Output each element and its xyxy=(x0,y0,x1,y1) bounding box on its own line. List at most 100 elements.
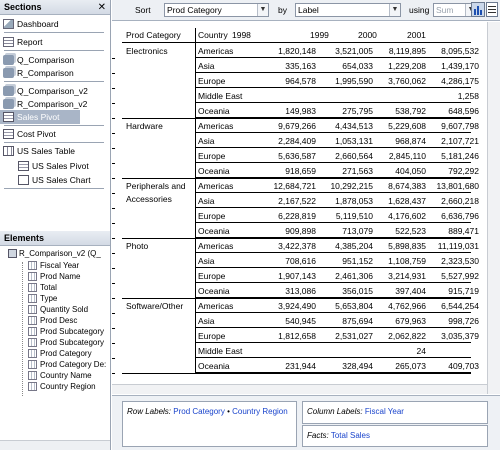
column-labels-panel[interactable]: Column Labels: Fiscal Year xyxy=(302,401,488,424)
value-cell: 313,086 xyxy=(285,286,316,296)
field-item[interactable]: Prod Subcategory xyxy=(28,337,104,348)
group-label[interactable]: Photo xyxy=(126,240,194,253)
vertical-scrollbar[interactable] xyxy=(487,22,500,394)
country-cell[interactable]: Americas xyxy=(198,301,233,311)
section-item-us-sales-pivot[interactable]: US Sales Pivot xyxy=(18,159,89,173)
country-cell[interactable]: Asia xyxy=(198,136,215,146)
sort-select[interactable]: Prod Category ▼ xyxy=(164,3,269,17)
row-tick xyxy=(112,208,115,209)
row-labels-panel[interactable]: Row Labels: Prod Category • Country Regi… xyxy=(122,401,297,447)
field-item[interactable]: Quantity Sold xyxy=(28,304,88,315)
chevron-down-icon: ▼ xyxy=(389,4,400,16)
row-tick xyxy=(112,178,115,179)
group-label[interactable]: Software/Other xyxy=(126,300,194,313)
value-cell: 404,050 xyxy=(395,166,426,176)
country-cell[interactable]: Oceania xyxy=(198,166,230,176)
country-cell[interactable]: Europe xyxy=(198,151,225,161)
field-item[interactable]: Prod Category xyxy=(28,348,92,359)
country-cell[interactable]: Asia xyxy=(198,256,215,266)
country-cell[interactable]: Middle East xyxy=(198,346,242,356)
group-label[interactable]: Hardware xyxy=(126,120,194,133)
header-year-2001[interactable]: 2001 xyxy=(407,30,426,40)
report-icon xyxy=(3,37,14,47)
value-cell: 3,035,379 xyxy=(441,331,479,341)
column-label-fiscal-year[interactable]: Fiscal Year xyxy=(365,407,404,416)
field-item[interactable]: Prod Name xyxy=(28,271,80,282)
country-cell[interactable]: Europe xyxy=(198,271,225,281)
country-cell[interactable]: Europe xyxy=(198,331,225,341)
table-row: Europe 5,636,587 2,660,564 2,845,110 5,181,2… xyxy=(196,148,479,163)
sections-header: Sections ✕ xyxy=(0,0,110,15)
value-cell: 356,015 xyxy=(342,286,373,296)
field-item[interactable]: Prod Subcategory xyxy=(28,326,104,337)
tree-connector xyxy=(22,262,23,396)
row-tick xyxy=(112,283,115,284)
value-cell: 5,229,608 xyxy=(388,121,426,131)
row-tick xyxy=(112,118,115,119)
field-item[interactable]: Type xyxy=(28,293,57,304)
country-cell[interactable]: Asia xyxy=(198,196,215,206)
value-cell: 5,898,835 xyxy=(388,241,426,251)
country-cell[interactable]: Americas xyxy=(198,181,233,191)
section-item-cost-pivot[interactable]: Cost Pivot xyxy=(3,127,56,141)
group-label[interactable]: Peripherals and Accessories xyxy=(126,180,194,206)
by-select[interactable]: Label ▼ xyxy=(295,3,401,17)
header-year-2000[interactable]: 2000 xyxy=(358,30,377,40)
group-label[interactable]: Electronics xyxy=(126,45,194,58)
country-cell[interactable]: Europe xyxy=(198,211,225,221)
header-year-1999[interactable]: 1999 xyxy=(310,30,329,40)
table-row: Europe 6,228,819 5,119,510 4,176,602 6,636,7… xyxy=(196,208,479,223)
row-label-prod-category[interactable]: Prod Category xyxy=(173,407,225,416)
value-cell: 6,544,254 xyxy=(441,301,479,311)
left-panel: Sections ✕ Dashboard Report Q_Comparison… xyxy=(0,0,111,450)
section-item-report[interactable]: Report xyxy=(3,35,43,49)
field-item[interactable]: Country Region xyxy=(28,381,96,392)
country-cell[interactable]: Europe xyxy=(198,76,225,86)
sort-label: Sort xyxy=(135,5,151,15)
country-cell[interactable]: Oceania xyxy=(198,106,230,116)
section-item-q-comparison-v2[interactable]: Q_Comparison_v2 xyxy=(3,84,88,98)
section-item-q-comparison[interactable]: Q_Comparison xyxy=(3,53,74,67)
country-cell[interactable]: Oceania xyxy=(198,361,230,371)
section-item-dashboard[interactable]: Dashboard xyxy=(3,17,59,31)
country-cell[interactable]: Asia xyxy=(198,61,215,71)
country-cell[interactable]: Asia xyxy=(198,316,215,326)
tree-root[interactable]: R_Comparison_v2 (Q_ xyxy=(8,249,101,258)
country-cell[interactable]: Americas xyxy=(198,241,233,251)
table-row: Middle East 24 xyxy=(196,343,471,358)
section-item-us-sales-table[interactable]: US Sales Table xyxy=(3,144,75,158)
country-cell[interactable]: Oceania xyxy=(198,226,230,236)
value-cell: 708,616 xyxy=(285,256,316,266)
section-item-us-sales-chart[interactable]: US Sales Chart xyxy=(18,173,91,187)
country-cell[interactable]: Oceania xyxy=(198,286,230,296)
field-item[interactable]: Country Name xyxy=(28,370,92,381)
fact-total-sales[interactable]: Total Sales xyxy=(331,431,370,440)
row-tick xyxy=(112,193,115,194)
value-cell: 1,053,131 xyxy=(335,136,373,146)
section-item-r-comparison[interactable]: R_Comparison xyxy=(3,66,74,80)
country-cell[interactable]: Americas xyxy=(198,46,233,56)
section-item-r-comparison-v2[interactable]: R_Comparison_v2 xyxy=(3,97,87,111)
value-cell: 5,653,804 xyxy=(335,301,373,311)
header-country[interactable]: Country xyxy=(198,30,228,40)
section-item-sales-pivot[interactable]: Sales Pivot xyxy=(0,110,80,124)
close-icon[interactable]: ✕ xyxy=(98,0,106,15)
elements-scrollbar[interactable] xyxy=(0,440,110,450)
facts-panel[interactable]: Facts: Total Sales xyxy=(302,425,488,447)
table-row: Oceania 918,659 271,563 404,050 792,292 xyxy=(196,163,479,178)
field-item[interactable]: Fiscal Year xyxy=(28,260,79,271)
field-item[interactable]: Prod Category De: xyxy=(28,359,106,370)
horizontal-scrollbar[interactable] xyxy=(112,384,487,394)
value-cell: 8,674,383 xyxy=(388,181,426,191)
country-cell[interactable]: Middle East xyxy=(198,91,242,101)
field-item[interactable]: Total xyxy=(28,282,57,293)
divider xyxy=(4,188,104,189)
value-cell: 2,660,218 xyxy=(441,196,479,206)
header-year-1998[interactable]: 1998 xyxy=(232,30,251,40)
header-prod-category[interactable]: Prod Category xyxy=(126,30,181,40)
field-item[interactable]: Prod Desc xyxy=(28,315,77,326)
country-cell[interactable]: Americas xyxy=(198,121,233,131)
row-label-country-region[interactable]: Country Region xyxy=(232,407,288,416)
chart-view-button[interactable] xyxy=(471,2,485,17)
options-button[interactable] xyxy=(486,2,498,17)
